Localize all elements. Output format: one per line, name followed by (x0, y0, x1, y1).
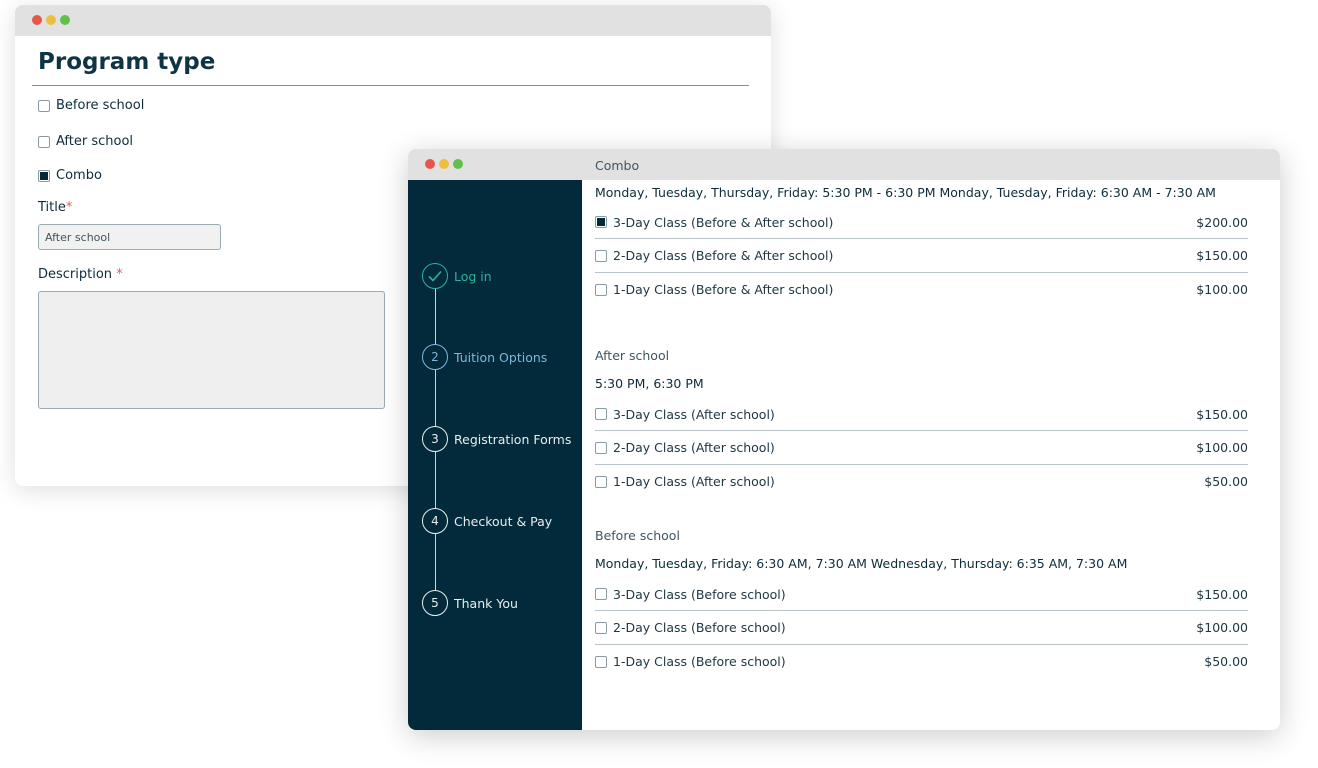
option-label: 2-Day Class (Before school) (613, 620, 786, 635)
section-schedule: Monday, Tuesday, Friday: 6:30 AM, 7:30 A… (595, 556, 1128, 571)
window-title-bar (408, 149, 1280, 180)
option-price: $50.00 (1204, 654, 1248, 669)
section-label: Before school (595, 528, 680, 543)
program-option-label: Before school (56, 98, 145, 113)
window-title-bar (15, 5, 771, 36)
step-label: Checkout & Pay (454, 513, 553, 529)
option-label: 3-Day Class (After school) (613, 406, 775, 422)
description-label: Description * (38, 267, 123, 282)
description-textarea[interactable] (38, 291, 385, 409)
option-price: $100.00 (1196, 620, 1248, 635)
maximize-window-button[interactable] (60, 15, 70, 25)
title-label-text: Title (38, 200, 66, 215)
program-option[interactable]: After school (38, 134, 133, 149)
tuition-option[interactable]: 2-Day Class (Before school) $100.00 (595, 612, 1248, 645)
program-option[interactable]: Combo (38, 168, 102, 183)
step-label: Thank You (454, 595, 518, 611)
tuition-option[interactable]: 3-Day Class (After school) $150.00 (595, 398, 1248, 431)
option-label: 1-Day Class (Before school) (613, 654, 786, 669)
option-label: 1-Day Class (After school) (613, 474, 775, 489)
minimize-window-button[interactable] (46, 15, 56, 25)
checkbox[interactable] (595, 588, 607, 600)
tuition-option[interactable]: 2-Day Class (After school) $100.00 (595, 432, 1248, 465)
checkbox[interactable] (38, 169, 50, 182)
title-divider (32, 85, 749, 86)
step-number: 5 (431, 596, 439, 610)
description-label-text: Description (38, 267, 113, 282)
step-label: Log in (454, 268, 492, 284)
required-mark: * (116, 267, 123, 282)
option-price: $150.00 (1196, 248, 1248, 263)
title-input[interactable] (38, 224, 221, 250)
checkbox[interactable] (38, 99, 50, 112)
step-5[interactable]: 5 Thank You (422, 590, 518, 616)
step-circle: 3 (422, 426, 448, 452)
page-title: Program type (38, 49, 216, 75)
step-circle: 4 (422, 508, 448, 534)
section-schedule: 5:30 PM, 6:30 PM (595, 376, 704, 391)
option-price: $150.00 (1196, 406, 1248, 422)
program-option-label: Combo (56, 168, 102, 183)
program-option-label: After school (56, 134, 134, 149)
option-price: $100.00 (1196, 282, 1248, 297)
checkbox[interactable] (595, 441, 607, 454)
close-window-button[interactable] (425, 159, 435, 169)
required-mark: * (65, 200, 73, 215)
step-2[interactable]: 2 Tuition Options (422, 344, 547, 370)
step-number: 4 (431, 514, 439, 528)
option-price: $200.00 (1196, 214, 1248, 230)
option-price: $100.00 (1196, 440, 1248, 455)
checkbox[interactable] (595, 408, 607, 420)
checkbox[interactable] (595, 216, 607, 228)
option-label: 2-Day Class (Before & After school) (613, 248, 834, 263)
step-circle: 2 (422, 344, 448, 370)
option-label: 3-Day Class (Before school) (613, 586, 786, 602)
checkbox[interactable] (38, 135, 50, 148)
checkbox[interactable] (595, 283, 607, 296)
tuition-option[interactable]: 3-Day Class (Before & After school) $200.… (595, 206, 1248, 239)
option-label: 1-Day Class (Before & After school) (613, 282, 834, 297)
title-label: Title* (38, 200, 72, 215)
minimize-window-button[interactable] (439, 159, 449, 169)
tuition-option[interactable]: 3-Day Class (Before school) $150.00 (595, 578, 1248, 611)
option-price: $50.00 (1204, 474, 1248, 489)
tuition-option[interactable]: 2-Day Class (Before & After school) $150.… (595, 240, 1248, 273)
program-option[interactable]: Before school (38, 98, 144, 113)
tuition-content: Combo Monday, Tuesday, Thursday, Friday:… (582, 158, 1280, 730)
close-window-button[interactable] (32, 15, 42, 25)
tuition-option[interactable]: 1-Day Class (Before school) $50.00 (595, 645, 1248, 678)
checkbox[interactable] (595, 621, 607, 634)
step-3[interactable]: 3 Registration Forms (422, 426, 571, 452)
step-number: 2 (431, 350, 439, 364)
step-1[interactable]: Log in (422, 263, 492, 289)
registration-window: Log in 2 Tuition Options 3 Registration Form… (408, 149, 1280, 730)
check-icon (428, 270, 442, 282)
step-label: Tuition Options (454, 349, 548, 365)
section-label: After school (595, 348, 670, 363)
option-label: 3-Day Class (Before & After school) (613, 214, 834, 230)
option-price: $150.00 (1196, 586, 1248, 602)
step-4[interactable]: 4 Checkout & Pay (422, 508, 552, 534)
step-circle: 5 (422, 590, 448, 616)
checkbox[interactable] (595, 475, 607, 488)
checkbox[interactable] (595, 249, 607, 262)
section-label: Combo (595, 158, 640, 173)
step-number: 3 (431, 432, 439, 446)
step-circle (422, 263, 448, 289)
checkbox[interactable] (595, 655, 607, 668)
steps-sidebar: Log in 2 Tuition Options 3 Registration Form… (408, 180, 582, 730)
tuition-option[interactable]: 1-Day Class (Before & After school) $100.… (595, 273, 1248, 306)
tuition-option[interactable]: 1-Day Class (After school) $50.00 (595, 465, 1248, 498)
option-label: 2-Day Class (After school) (613, 440, 775, 455)
step-label: Registration Forms (454, 431, 572, 447)
maximize-window-button[interactable] (453, 159, 463, 169)
section-schedule: Monday, Tuesday, Thursday, Friday: 5:30 … (595, 185, 1216, 200)
